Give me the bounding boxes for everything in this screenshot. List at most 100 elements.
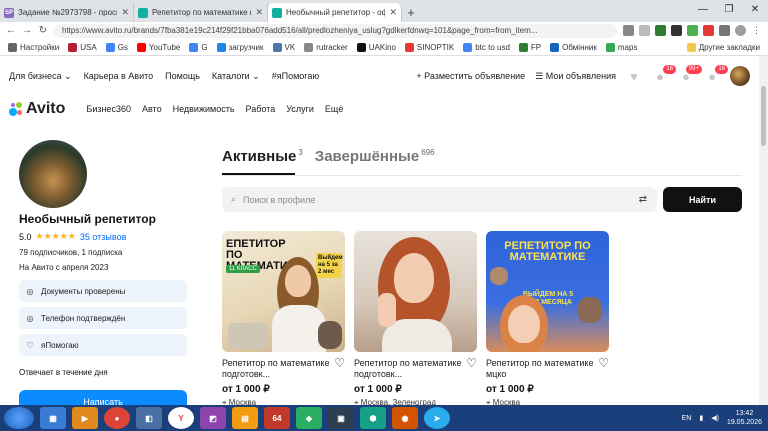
back-icon[interactable]: ← — [6, 25, 16, 36]
bookmark-g[interactable]: G — [189, 42, 208, 52]
nav-ya-pomogayu[interactable]: #яПомогаю — [272, 71, 319, 81]
bookmark-youtube[interactable]: YouTube — [136, 42, 180, 52]
cat-realty[interactable]: Недвижимость — [173, 104, 235, 114]
volume-icon[interactable]: ◀) — [711, 414, 719, 422]
file-explorer-icon[interactable]: ▦ — [40, 407, 66, 429]
app-icon[interactable]: ⬢ — [360, 407, 386, 429]
listing-card[interactable]: РЕПЕТИТОР ПО МАТЕМАТИКЕ ВЫЙДЕМ НА 5 ЗА 2… — [486, 231, 609, 408]
nav-help[interactable]: Помощь — [165, 71, 200, 81]
profile-icon[interactable] — [735, 25, 746, 36]
favorite-heart-icon[interactable]: ♡ — [334, 357, 345, 380]
language-indicator[interactable]: EN — [682, 415, 692, 422]
bookmark-fp[interactable]: FP — [518, 42, 541, 52]
bookmark-downloader[interactable]: загрузчик — [216, 42, 264, 52]
forward-icon[interactable]: → — [22, 25, 32, 36]
close-tab-icon[interactable]: ✕ — [389, 7, 397, 18]
nav-business[interactable]: Для бизнеса ⌄ — [9, 71, 72, 82]
clock[interactable]: 13:42 19.05.2026 — [727, 409, 762, 427]
scrollbar-thumb[interactable] — [761, 86, 766, 146]
listing-image[interactable]: ЕПЕТИТОР ПО МАТЕМАТИКЕ 11 КЛАСС Выйдем н… — [222, 231, 345, 352]
star-icon[interactable] — [639, 25, 650, 36]
bookmark-maps[interactable]: maps — [605, 42, 637, 52]
listing-image[interactable]: РЕПЕТИТОР ПО МАТЕМАТИКЕ ВЫЙДЕМ НА 5 ЗА 2… — [486, 231, 609, 352]
extension-icon[interactable] — [703, 25, 714, 36]
close-tab-icon[interactable]: ✕ — [121, 7, 129, 18]
badge-ya-pomogayu[interactable]: ♡ яПомогаю — [19, 334, 187, 356]
my-ads-link[interactable]: ☰ Мои объявления — [535, 71, 616, 82]
listing-title[interactable]: Репетитор по математике подготовк... — [354, 358, 466, 380]
tab-finished-listings[interactable]: Завершённые 696 — [315, 148, 435, 165]
app-icon[interactable]: ◆ — [296, 407, 322, 429]
bookmark-vk[interactable]: VK — [272, 42, 295, 52]
bookmarks-bar: Настройки USA Gs YouTube G загрузчик VK … — [0, 39, 768, 56]
share-icon[interactable] — [623, 25, 634, 36]
profile-search-input[interactable]: ⌕ Поиск в профиле ⇄ — [222, 187, 657, 212]
browser-tab-2[interactable]: Репетитор по математике подгото ✕ — [134, 3, 268, 22]
messages-icon[interactable]: ● 99+ — [678, 65, 702, 84]
find-button[interactable]: Найти — [663, 187, 742, 212]
bookmark-sinoptik[interactable]: SINOPTIK — [404, 42, 454, 52]
ltc-icon[interactable] — [671, 25, 682, 36]
bookmark-settings[interactable]: Настройки — [8, 42, 59, 52]
post-ad-link[interactable]: + Разместить объявление — [416, 71, 525, 81]
url-input[interactable]: https://www.avito.ru/brands/7fba381e19c2… — [54, 23, 617, 38]
bookmark-usa[interactable]: USA — [68, 42, 97, 52]
tab-active-listings[interactable]: Активные 3 — [222, 148, 303, 165]
listing-image[interactable] — [354, 231, 477, 352]
app-icon[interactable]: ▣ — [328, 407, 354, 429]
favorite-heart-icon[interactable]: ♡ — [598, 357, 609, 380]
page-scrollbar[interactable] — [759, 56, 768, 406]
favorites-icon[interactable]: ♥ — [626, 69, 642, 84]
bookmark-btc[interactable]: btc to usd — [463, 42, 510, 52]
nav-career[interactable]: Карьера в Авито — [84, 71, 154, 81]
app-icon[interactable]: ◧ — [136, 407, 162, 429]
cat-auto[interactable]: Авто — [142, 104, 162, 114]
listing-card[interactable]: ЕПЕТИТОР ПО МАТЕМАТИКЕ 11 КЛАСС Выйдем н… — [222, 231, 345, 408]
close-window-icon[interactable]: ✕ — [742, 0, 768, 20]
browser-tab-3[interactable]: Необычный репетитор - официа ✕ — [268, 3, 402, 22]
filter-icon[interactable]: ⇄ — [639, 194, 647, 205]
browser-tab-1[interactable]: SP Задание №2973798 - просмотр з ✕ — [0, 3, 134, 22]
new-tab-button[interactable]: + — [402, 3, 420, 22]
reload-icon[interactable]: ↻ — [38, 25, 48, 36]
media-player-icon[interactable]: ▶ — [72, 407, 98, 429]
app-icon[interactable]: ◩ — [200, 407, 226, 429]
listing-card[interactable]: Репетитор по математике подготовк... ♡ о… — [354, 231, 477, 408]
maximize-icon[interactable]: ❐ — [716, 0, 742, 20]
cat-business360[interactable]: Бизнес360 — [86, 104, 131, 114]
bookmark-rutracker[interactable]: rutracker — [304, 42, 348, 52]
avito-logo[interactable]: Avito — [9, 100, 65, 118]
chrome-icon[interactable]: ● — [104, 407, 130, 429]
cat-services[interactable]: Услуги — [286, 104, 314, 114]
bookmark-exchanger[interactable]: Обмінник — [550, 42, 597, 52]
app-icon[interactable]: 64 — [264, 407, 290, 429]
reviews-link[interactable]: 35 отзывов — [80, 232, 127, 242]
cat-jobs[interactable]: Работа — [246, 104, 276, 114]
system-tray: EN ▮ ◀) 13:42 19.05.2026 — [682, 405, 762, 431]
favorite-heart-icon[interactable]: ♡ — [466, 357, 477, 380]
yandex-browser-icon[interactable]: Y — [168, 407, 194, 429]
start-button-icon[interactable] — [4, 407, 34, 429]
puzzle-icon[interactable] — [719, 25, 730, 36]
close-tab-icon[interactable]: ✕ — [255, 7, 263, 18]
listing-title[interactable]: Репетитор по математике мцко — [486, 358, 598, 380]
other-bookmarks[interactable]: Другие закладки — [686, 42, 768, 52]
minimize-icon[interactable]: — — [690, 0, 716, 20]
network-icon[interactable]: ▮ — [699, 414, 703, 422]
clock-date: 19.05.2026 — [726, 419, 762, 426]
extension-icon[interactable] — [655, 25, 666, 36]
bookmark-uakino[interactable]: UAKino — [356, 42, 396, 52]
cart-icon[interactable]: ● 16 — [704, 65, 728, 84]
extension-icon[interactable] — [687, 25, 698, 36]
telegram-icon[interactable]: ➤ — [424, 407, 450, 429]
listing-title[interactable]: Репетитор по математике подготовк... — [222, 358, 334, 380]
notifications-icon[interactable]: ● 16 — [652, 65, 676, 84]
nav-catalogs[interactable]: Каталоги ⌄ — [212, 71, 260, 82]
user-avatar[interactable] — [730, 66, 750, 86]
app-icon[interactable]: ◉ — [392, 407, 418, 429]
gear-icon — [8, 42, 17, 52]
cat-more[interactable]: Ещё — [325, 104, 343, 114]
bookmark-gs[interactable]: Gs — [105, 42, 128, 52]
app-icon[interactable]: ▤ — [232, 407, 258, 429]
menu-icon[interactable]: ⋮ — [751, 25, 762, 36]
